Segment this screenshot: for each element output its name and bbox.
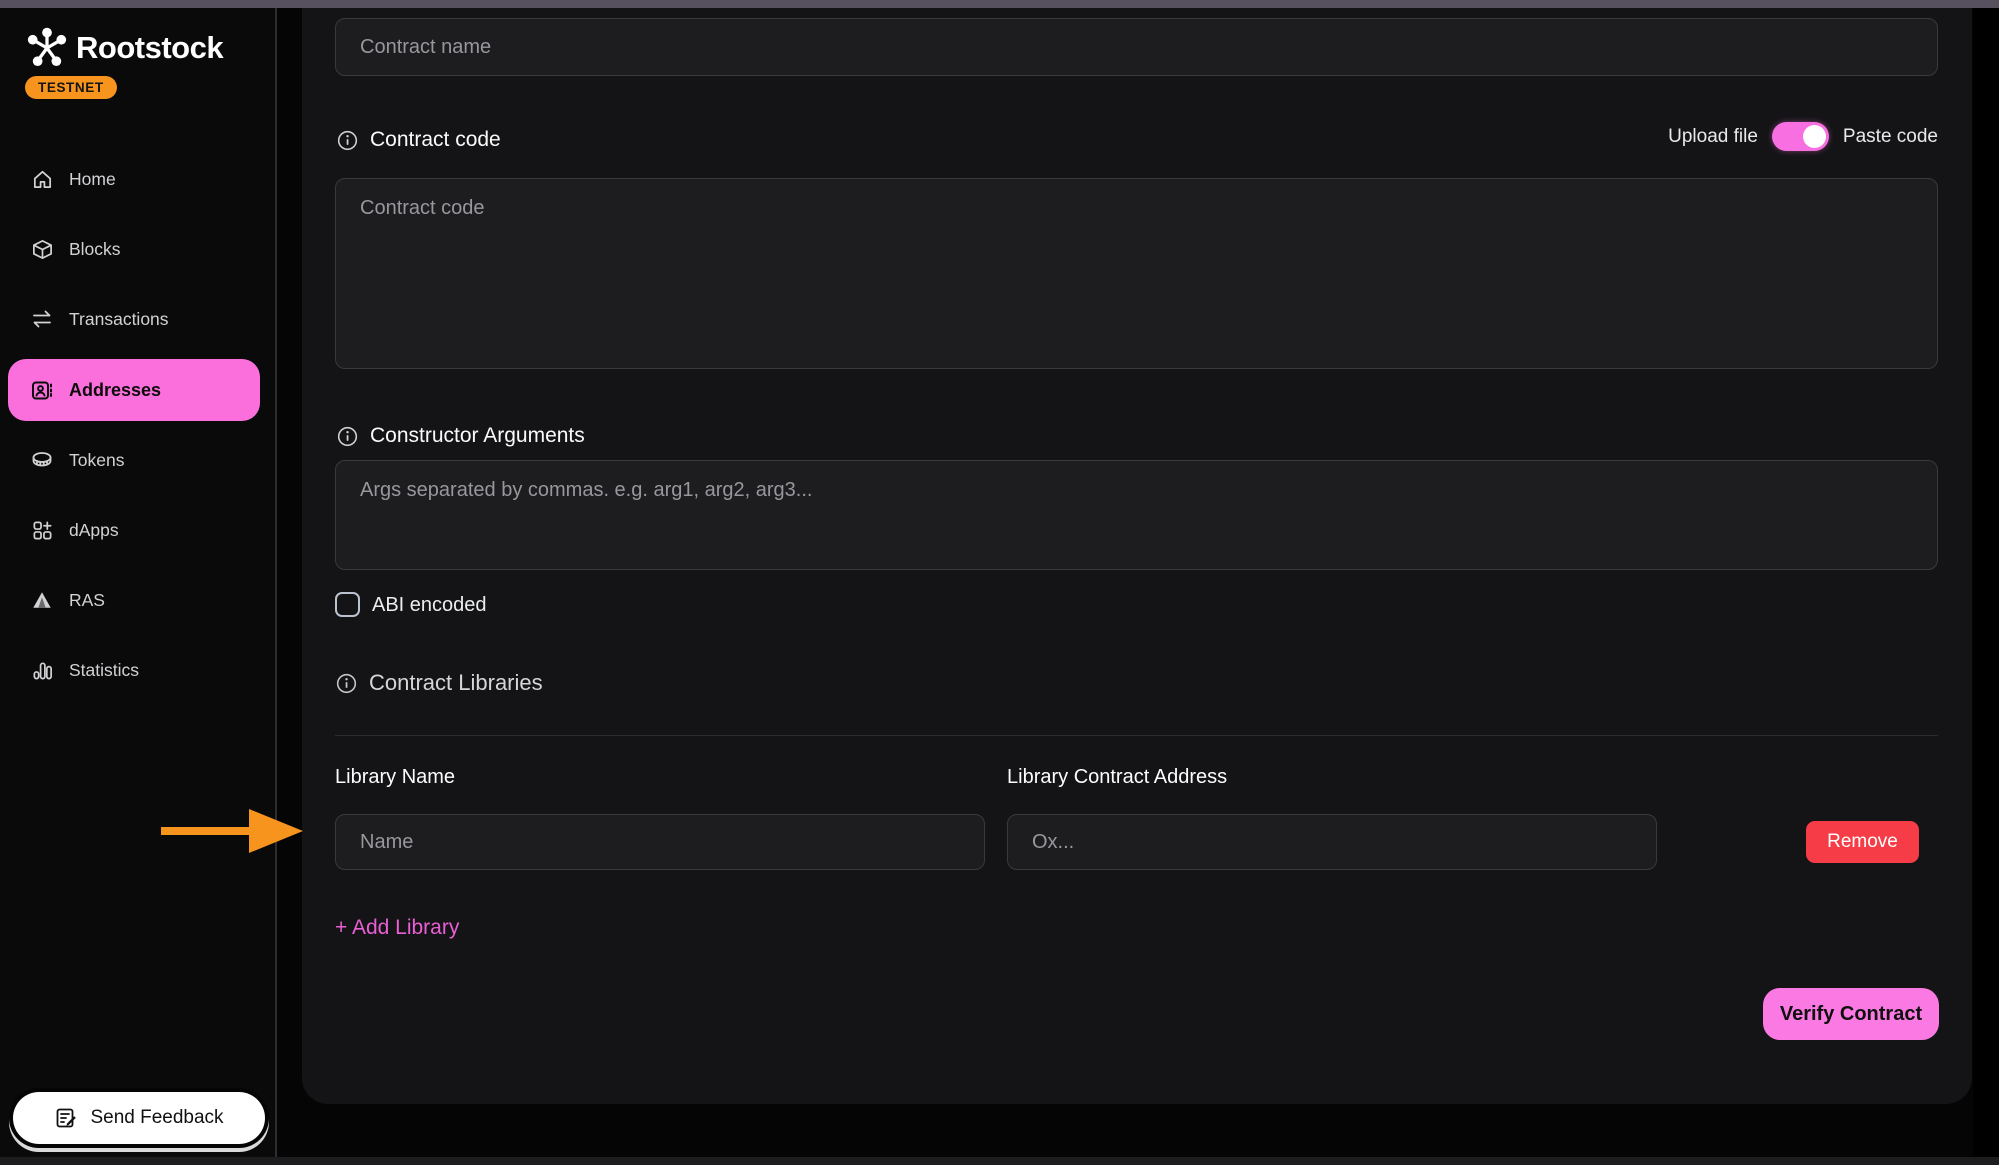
sidebar-item-label: Addresses (69, 380, 161, 401)
verify-contract-button[interactable]: Verify Contract (1763, 988, 1939, 1040)
info-icon (337, 426, 358, 447)
brand-logo[interactable]: Rootstock (25, 26, 223, 70)
sidebar-item-blocks[interactable]: Blocks (8, 218, 260, 280)
tokens-icon (30, 448, 54, 472)
send-feedback-button[interactable]: Send Feedback (13, 1092, 265, 1144)
sidebar-item-label: Transactions (69, 309, 169, 330)
contract-code-label: Contract code (337, 128, 501, 152)
sidebar-item-label: Home (69, 169, 116, 190)
sidebar-item-addresses[interactable]: Addresses (8, 359, 260, 421)
contract-libraries-label: Contract Libraries (336, 670, 543, 696)
constructor-arguments-label: Constructor Arguments (337, 424, 585, 448)
library-contract-address-label: Library Contract Address (1007, 766, 1227, 789)
sidebar-item-label: Statistics (69, 660, 139, 681)
info-icon (336, 673, 357, 694)
add-library-link[interactable]: + Add Library (335, 916, 459, 940)
sidebar-item-home[interactable]: Home (8, 148, 260, 210)
transactions-icon (30, 307, 54, 331)
sidebar-item-label: Tokens (69, 450, 124, 471)
info-icon (337, 130, 358, 151)
contract-code-textarea[interactable] (335, 178, 1938, 369)
abi-encoded-checkbox[interactable] (335, 592, 360, 617)
rootstock-logo-icon (25, 26, 69, 70)
library-name-label: Library Name (335, 766, 455, 789)
remove-library-button[interactable]: Remove (1806, 821, 1919, 863)
testnet-badge: TESTNET (25, 76, 117, 99)
sidebar-item-label: dApps (69, 520, 119, 541)
window-top-strip (0, 0, 1999, 8)
sidebar-item-statistics[interactable]: Statistics (8, 639, 260, 701)
code-input-mode-toggle-row: Upload file Paste code (1600, 122, 1938, 151)
feedback-note-icon (54, 1106, 78, 1130)
sidebar-item-ras[interactable]: RAS (8, 569, 260, 631)
constructor-arguments-textarea[interactable] (335, 460, 1938, 570)
sidebar-item-tokens[interactable]: Tokens (8, 429, 260, 491)
window-bottom-strip (0, 1157, 1999, 1165)
home-icon (30, 167, 54, 191)
abi-encoded-label: ABI encoded (372, 594, 487, 617)
libraries-divider (335, 735, 1938, 736)
dapps-icon (30, 518, 54, 542)
right-gutter (1973, 8, 1999, 1157)
sidebar-item-dapps[interactable]: dApps (8, 499, 260, 561)
brand-name: Rootstock (76, 30, 223, 66)
page: Rootstock TESTNET Home Blocks (0, 0, 1999, 1165)
annotation-arrow (155, 806, 305, 856)
sidebar-item-label: Blocks (69, 239, 121, 260)
paste-code-label: Paste code (1843, 126, 1938, 148)
addresses-icon (30, 378, 54, 402)
toggle-knob (1803, 125, 1826, 148)
code-mode-toggle[interactable] (1772, 122, 1829, 151)
upload-file-label: Upload file (1668, 126, 1758, 148)
sidebar: Rootstock TESTNET Home Blocks (0, 8, 277, 1157)
statistics-icon (30, 658, 54, 682)
send-feedback-label: Send Feedback (90, 1107, 223, 1129)
library-address-input[interactable] (1007, 814, 1657, 870)
ras-icon (30, 588, 54, 612)
sidebar-item-label: RAS (69, 590, 105, 611)
contract-name-input[interactable] (335, 18, 1938, 76)
blocks-icon (30, 237, 54, 261)
library-name-input[interactable] (335, 814, 985, 870)
sidebar-item-transactions[interactable]: Transactions (8, 288, 260, 350)
